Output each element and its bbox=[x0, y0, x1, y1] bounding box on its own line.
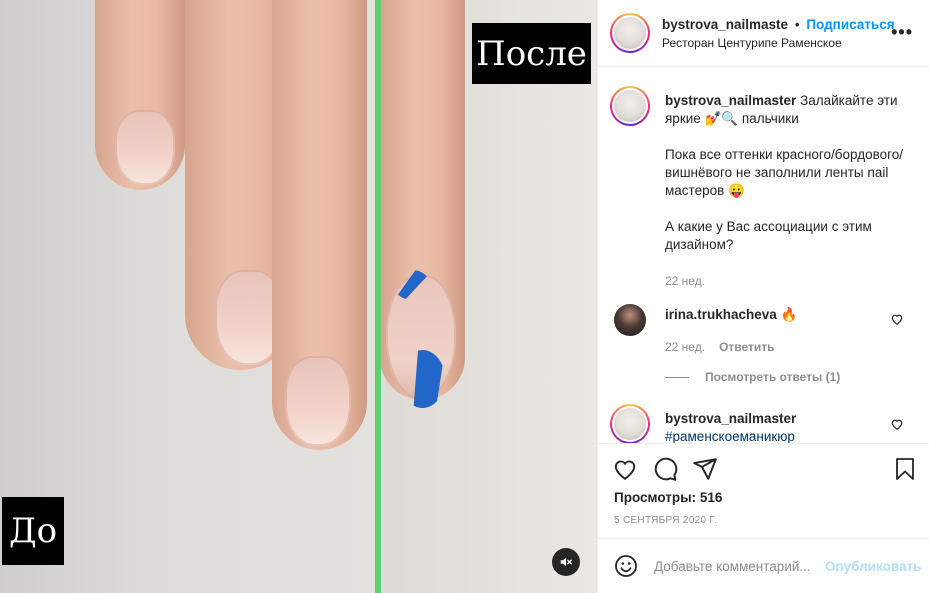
post-actions: Просмотры: 516 5 СЕНТЯБРЯ 2020 Г. bbox=[598, 443, 929, 538]
views-count[interactable]: Просмотры: 516 bbox=[614, 490, 722, 505]
comment-bubble-icon[interactable] bbox=[652, 456, 678, 482]
caption-text: А какие у Вас ассоциации с этим дизайном… bbox=[665, 219, 872, 252]
mute-button[interactable] bbox=[552, 548, 580, 576]
nail bbox=[285, 356, 351, 446]
share-paper-plane-icon[interactable] bbox=[692, 456, 718, 482]
like-comment-heart-icon[interactable] bbox=[890, 417, 904, 431]
follow-button[interactable]: Подписаться bbox=[806, 17, 894, 32]
speaker-muted-icon bbox=[560, 557, 572, 567]
like-comment-heart-icon[interactable] bbox=[890, 312, 904, 326]
author-username[interactable]: bystrova_nailmaste bbox=[662, 17, 788, 32]
post-header: bystrova_nailmaste • Подписаться Рестора… bbox=[598, 0, 929, 67]
split-divider bbox=[375, 0, 381, 593]
comment-username[interactable]: irina.trukhacheva bbox=[665, 307, 777, 322]
author-avatar[interactable] bbox=[610, 86, 650, 126]
author-avatar[interactable] bbox=[610, 13, 650, 53]
add-comment-bar: Опубликовать bbox=[598, 538, 929, 593]
reply-button[interactable]: Ответить bbox=[719, 340, 774, 354]
comment-input[interactable] bbox=[654, 558, 819, 574]
commenter-avatar[interactable] bbox=[614, 304, 646, 336]
publish-button[interactable]: Опубликовать bbox=[825, 559, 921, 574]
post-date[interactable]: 5 СЕНТЯБРЯ 2020 Г. bbox=[614, 515, 717, 526]
nail bbox=[115, 110, 175, 185]
instagram-post-modal: После До bystrova_nailmaste • Подписатьс… bbox=[0, 0, 929, 593]
caption-username[interactable]: bystrova_nailmaster bbox=[665, 93, 796, 108]
view-replies-label: Посмотреть ответы (1) bbox=[705, 370, 841, 384]
comment-item: irina.trukhacheva 🔥 22 нед. Ответить bbox=[610, 304, 929, 356]
post-side-panel: bystrova_nailmaste • Подписаться Рестора… bbox=[597, 0, 929, 593]
post-media-video[interactable]: После До bbox=[0, 0, 597, 593]
comment-item: bystrova_nailmaster #раменскоеманикюр bbox=[610, 404, 929, 443]
more-options-icon[interactable]: ••• bbox=[891, 22, 913, 43]
comment-username[interactable]: bystrova_nailmaster bbox=[665, 411, 796, 426]
caption: bystrova_nailmaster Залайкайте эти яркие… bbox=[610, 86, 929, 290]
replies-line bbox=[665, 376, 689, 378]
comment-hashtag[interactable]: #раменскоеманикюр bbox=[665, 428, 905, 443]
separator-dot: • bbox=[794, 16, 800, 32]
comment-time: 22 нед. bbox=[665, 340, 706, 354]
after-photo bbox=[380, 0, 597, 593]
like-heart-icon[interactable] bbox=[612, 456, 638, 482]
commenter-avatar[interactable] bbox=[610, 404, 650, 443]
before-label: До bbox=[2, 497, 64, 565]
caption-text: Пока все оттенки красного/бордового/вишн… bbox=[665, 147, 904, 198]
comment-text: 🔥 bbox=[780, 307, 798, 322]
caption-time: 22 нед. bbox=[665, 274, 706, 288]
view-replies-button[interactable]: Посмотреть ответы (1) bbox=[665, 370, 840, 384]
post-location[interactable]: Ресторан Центурипе Раменское bbox=[662, 36, 895, 50]
emoji-smiley-icon[interactable] bbox=[614, 554, 638, 578]
save-bookmark-icon[interactable] bbox=[893, 456, 917, 482]
comments-list[interactable]: bystrova_nailmaster Залайкайте эти яркие… bbox=[598, 68, 929, 443]
after-label: После bbox=[472, 23, 591, 84]
